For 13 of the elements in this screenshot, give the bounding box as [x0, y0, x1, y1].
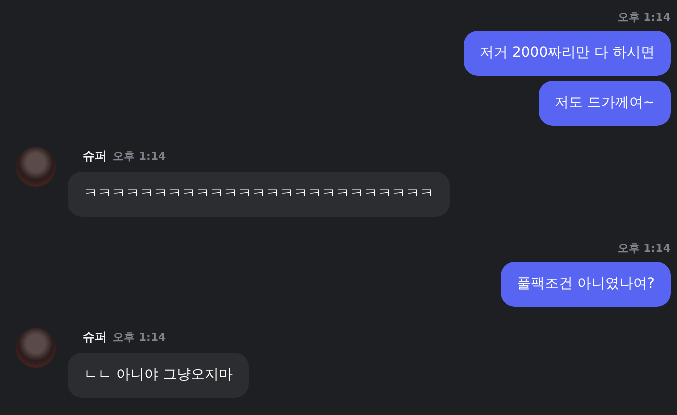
message-bubble: ㅋㅋㅋㅋㅋㅋㅋㅋㅋㅋㅋㅋㅋㅋㅋㅋㅋㅋㅋㅋㅋㅋㅋㅋㅋ	[68, 172, 450, 217]
message-time: 오후 1:14	[618, 241, 671, 257]
author-name[interactable]: 슈퍼	[83, 329, 107, 345]
message-bubble: 저도 드가께여~	[538, 81, 671, 126]
message-time: 오후 1:14	[618, 10, 671, 26]
message-bubble: 저거 2000짜리만 다 하시면	[464, 31, 671, 76]
message-bubble: ㄴㄴ 아니야 그냥오지마	[68, 353, 249, 398]
message-time: 오후 1:14	[113, 149, 166, 165]
avatar[interactable]	[16, 147, 56, 187]
message-time: 오후 1:14	[113, 330, 166, 346]
author-name[interactable]: 슈퍼	[83, 148, 107, 164]
message-bubble: 풀팩조건 아니였나여?	[501, 262, 671, 307]
avatar[interactable]	[16, 328, 56, 368]
